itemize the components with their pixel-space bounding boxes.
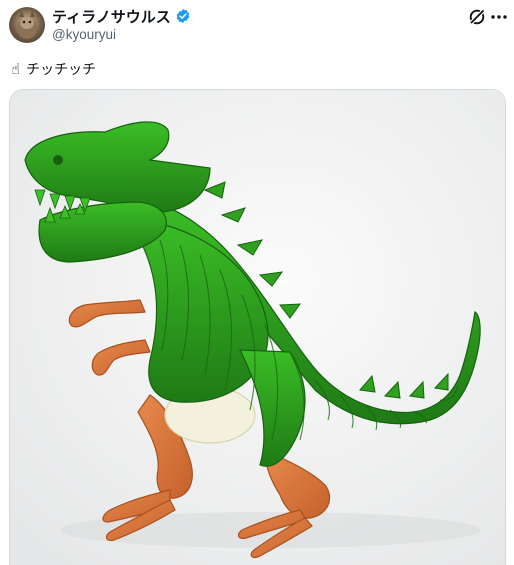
- post-text: ☝ チッチッチ: [11, 59, 96, 79]
- pepper-dinosaur-photo-icon: [10, 90, 505, 565]
- post-photo[interactable]: [9, 89, 506, 565]
- author-name-row[interactable]: ティラノサウルス: [52, 6, 191, 26]
- author-display-name[interactable]: ティラノサウルス: [52, 6, 171, 27]
- author-handle[interactable]: @kyouryui: [52, 27, 116, 42]
- verified-badge-icon: [175, 8, 191, 24]
- post-text-content: チッチッチ: [26, 61, 97, 77]
- pointing-up-emoji-icon: ☝: [11, 61, 21, 78]
- more-horizontal-icon[interactable]: [489, 7, 509, 27]
- post-header: ティラノサウルス @kyouryui: [0, 0, 514, 50]
- avatar[interactable]: [9, 7, 45, 43]
- grok-icon[interactable]: [467, 7, 487, 27]
